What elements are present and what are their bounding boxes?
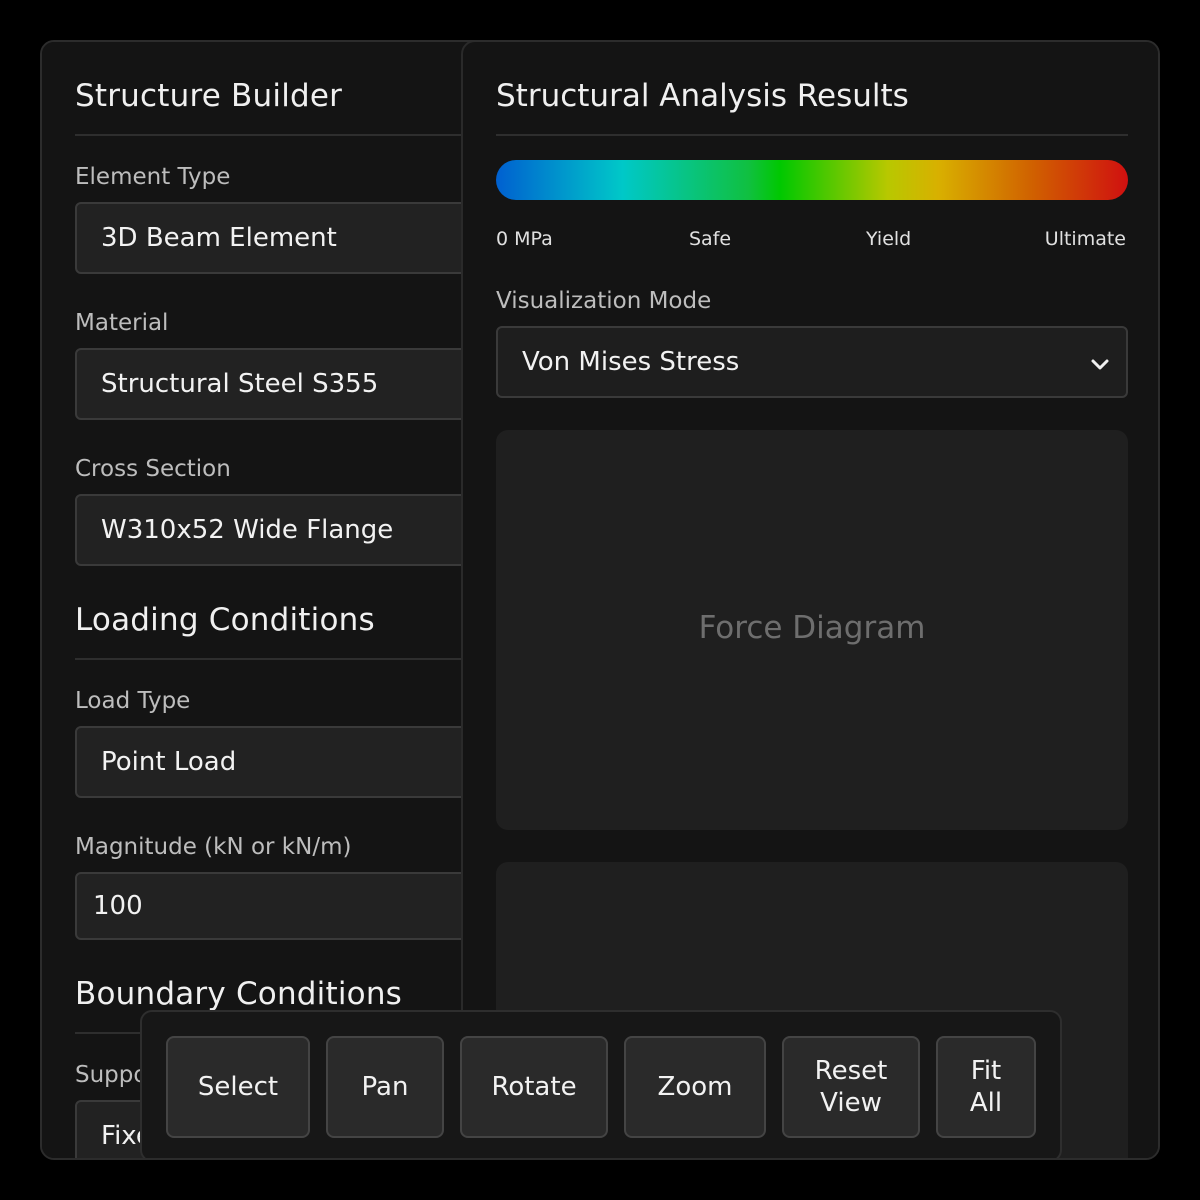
boundary-conditions-title: Boundary Conditions [75,976,403,1012]
scale-label-ultimate: Ultimate [1044,228,1126,250]
chevron-down-icon [1091,359,1109,370]
zoom-tool-button[interactable]: Zoom [624,1036,766,1138]
scale-label-yield: Yield [866,228,912,250]
magnitude-input[interactable]: 100 [75,872,515,940]
cross-section-label: Cross Section [75,456,231,482]
force-diagram-canvas[interactable]: Force Diagram [496,430,1128,830]
material-label: Material [75,310,169,336]
cross-section-select[interactable]: W310x52 Wide Flange [75,494,515,566]
magnitude-label: Magnitude (kN or kN/m) [75,834,352,860]
loading-conditions-title: Loading Conditions [75,602,375,638]
support-label: Suppo [75,1062,148,1088]
structure-builder-title: Structure Builder [75,78,343,114]
element-type-label: Element Type [75,164,231,190]
fit-all-button[interactable]: Fit All [936,1036,1036,1138]
visualization-mode-label: Visualization Mode [496,288,712,314]
stress-color-scale [496,160,1128,200]
divider [496,134,1128,136]
select-tool-button[interactable]: Select [166,1036,310,1138]
load-type-select[interactable]: Point Load [75,726,515,798]
force-diagram-placeholder: Force Diagram [698,610,926,646]
divider [75,134,495,136]
rotate-tool-button[interactable]: Rotate [460,1036,608,1138]
app-window: Structure Builder Element Type 3D Beam E… [40,40,1160,1160]
visualization-mode-value: Von Mises Stress [522,347,740,377]
divider [75,658,495,660]
pan-tool-button[interactable]: Pan [326,1036,444,1138]
load-type-label: Load Type [75,688,191,714]
view-toolbar: Select Pan Rotate Zoom Reset View Fit Al… [140,1010,1062,1158]
scale-label-safe: Safe [689,228,732,250]
element-type-select[interactable]: 3D Beam Element [75,202,515,274]
analysis-results-panel: Structural Analysis Results 0 MPa Safe Y… [461,42,1158,1158]
structure-builder-panel: Structure Builder Element Type 3D Beam E… [42,42,515,1158]
scale-label-min: 0 MPa [496,228,553,250]
analysis-results-title: Structural Analysis Results [496,78,909,114]
material-select[interactable]: Structural Steel S355 [75,348,515,420]
visualization-mode-select[interactable]: Von Mises Stress [496,326,1128,398]
reset-view-button[interactable]: Reset View [782,1036,920,1138]
